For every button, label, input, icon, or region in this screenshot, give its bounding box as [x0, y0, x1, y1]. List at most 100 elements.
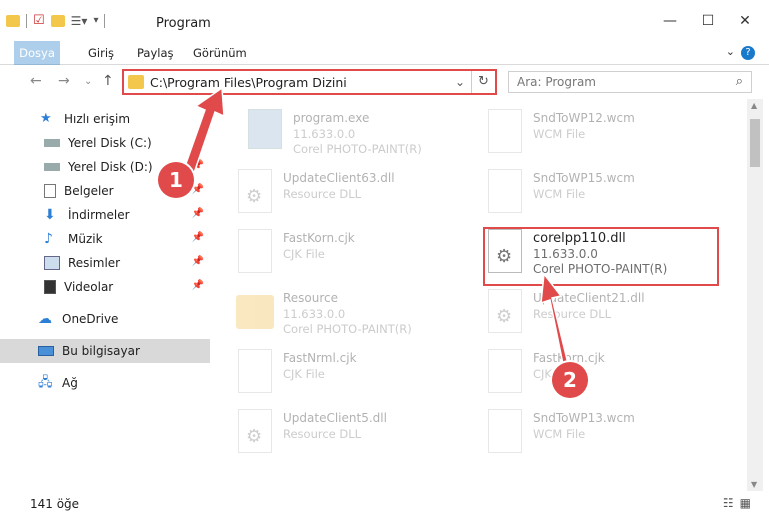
sidebar-item-onedrive[interactable]: ☁ OneDrive — [0, 307, 210, 331]
dll-icon: ⚙ — [238, 409, 272, 453]
pictures-icon — [44, 256, 60, 270]
download-icon: ⬇ — [44, 207, 56, 223]
maximize-button[interactable]: ☐ — [693, 10, 723, 32]
scroll-down-icon[interactable]: ▼ — [751, 480, 757, 489]
address-path[interactable]: C:\Program Files\Program Dizini — [150, 75, 347, 90]
sidebar-item-pictures[interactable]: Resimler 📌 — [0, 251, 210, 275]
step-badge-2: 2 — [552, 362, 588, 398]
minimize-button[interactable]: — — [655, 10, 685, 32]
cloud-icon: ☁ — [38, 311, 52, 327]
tab-share[interactable]: Paylaş — [137, 41, 174, 65]
up-button[interactable]: ↑ — [102, 73, 114, 89]
sidebar-item-label: Yerel Disk (D:) — [68, 160, 153, 174]
sidebar-item-music[interactable]: ♪ Müzik 📌 — [0, 227, 210, 251]
sidebar-item-downloads[interactable]: ⬇ İndirmeler 📌 — [0, 203, 210, 227]
status-bar: 141 öğe ☷▦ — [0, 491, 769, 521]
file-detail: Corel PHOTO-PAINT(R) — [283, 322, 412, 336]
sidebar-item-videos[interactable]: Videolar 📌 — [0, 275, 210, 299]
dropdown-icon[interactable]: ▾ — [93, 15, 98, 26]
sidebar-item-quick-access[interactable]: ★ Hızlı erişim — [0, 107, 210, 131]
star-icon: ★ — [40, 111, 52, 126]
divider — [26, 13, 27, 28]
document-icon — [238, 229, 272, 273]
divider — [104, 13, 106, 28]
search-icon[interactable]: ⌕ — [736, 74, 743, 89]
file-tile[interactable]: FastKorn.cjk CJK File — [478, 345, 708, 401]
file-detail: CJK File — [283, 247, 325, 261]
music-icon: ♪ — [44, 231, 53, 247]
pin-icon: 📌 — [191, 136, 204, 147]
new-folder-icon[interactable] — [50, 14, 65, 27]
customize-icon[interactable]: ☰▾ — [71, 14, 88, 28]
chevron-down-icon[interactable]: ⌄ — [455, 75, 465, 89]
file-tile[interactable]: FastKorn.cjk CJK File — [228, 225, 458, 281]
refresh-button[interactable]: ↻ — [471, 71, 495, 93]
navigation-bar: ← → ⌄ ↑ C:\Program Files\Program Dizini … — [0, 65, 769, 99]
document-icon — [488, 409, 522, 453]
pin-icon: 📌 — [191, 232, 204, 243]
file-detail: WCM File — [533, 127, 586, 141]
highlight-box — [483, 227, 719, 286]
file-tile[interactable]: FastNrml.cjk CJK File — [228, 345, 458, 401]
file-tile[interactable]: SndToWP15.wcm WCM File — [478, 165, 708, 221]
file-tile[interactable]: SndToWP13.wcm WCM File — [478, 405, 708, 461]
file-detail: WCM File — [533, 427, 586, 441]
file-detail: 11.633.0.0 — [283, 307, 346, 321]
sidebar-item-disk-c[interactable]: Yerel Disk (C:) 📌 — [0, 131, 210, 155]
file-name: Resource — [283, 291, 339, 305]
sidebar-item-label: Ağ — [62, 376, 78, 390]
back-button[interactable]: ← — [30, 73, 42, 89]
search-input[interactable]: Ara: Program ⌕ — [508, 71, 752, 93]
file-detail: Resource DLL — [533, 307, 612, 321]
drive-icon — [44, 163, 60, 171]
file-tile[interactable]: SndToWP12.wcm WCM File — [478, 105, 708, 161]
scroll-up-icon[interactable]: ▲ — [751, 101, 757, 110]
properties-icon[interactable]: ☑ — [33, 13, 45, 28]
sidebar-item-label: Belgeler — [64, 184, 114, 198]
sidebar-item-network[interactable]: 🖧 Ağ — [0, 371, 210, 395]
file-name: UpdateClient21.dll — [533, 291, 645, 305]
close-button[interactable]: ✕ — [730, 10, 760, 32]
pin-icon: 📌 — [191, 184, 204, 195]
file-list: program.exe 11.633.0.0 Corel PHOTO-PAINT… — [210, 99, 747, 491]
recent-locations-button[interactable]: ⌄ — [84, 76, 92, 87]
sidebar-item-label: OneDrive — [62, 312, 119, 326]
step-badge-1: 1 — [158, 162, 194, 198]
help-icon[interactable]: ? — [741, 46, 755, 60]
file-name: SndToWP12.wcm — [533, 111, 635, 125]
document-icon — [488, 109, 522, 153]
videos-icon — [44, 280, 56, 294]
file-name: UpdateClient63.dll — [283, 171, 395, 185]
address-bar[interactable]: C:\Program Files\Program Dizini ⌄ ↻ — [122, 69, 497, 95]
file-detail: 11.633.0.0 — [293, 127, 356, 141]
sidebar-item-label: Yerel Disk (C:) — [68, 136, 152, 150]
scroll-thumb[interactable] — [750, 119, 760, 167]
view-toggle-icons[interactable]: ☷▦ — [723, 496, 757, 510]
file-tile[interactable]: ⚙ UpdateClient5.dll Resource DLL — [228, 405, 458, 461]
sidebar-item-this-pc[interactable]: Bu bilgisayar — [0, 339, 210, 363]
item-count: 141 öğe — [30, 497, 80, 511]
chevron-down-icon[interactable]: ⌄ — [726, 45, 735, 58]
sidebar-item-label: Müzik — [68, 232, 103, 246]
network-icon: 🖧 — [38, 375, 53, 390]
sidebar-item-label: İndirmeler — [68, 208, 130, 222]
file-name: UpdateClient5.dll — [283, 411, 387, 425]
title-bar: ☑ ☰▾ ▾ Program — ☐ ✕ — [0, 0, 769, 41]
dll-icon: ⚙ — [238, 169, 272, 213]
file-tile[interactable]: ⚙ UpdateClient63.dll Resource DLL — [228, 165, 458, 221]
file-detail: Resource DLL — [283, 427, 362, 441]
sidebar-item-label: Resimler — [68, 256, 121, 270]
vertical-scrollbar[interactable]: ▲ ▼ — [747, 99, 763, 491]
navigation-pane: ★ Hızlı erişim Yerel Disk (C:) 📌 Yerel D… — [0, 99, 210, 491]
tab-view[interactable]: Görünüm — [193, 41, 247, 65]
file-name: program.exe — [293, 111, 370, 125]
file-tile[interactable]: program.exe 11.633.0.0 Corel PHOTO-PAINT… — [238, 105, 468, 161]
file-tile[interactable]: ⚙ UpdateClient21.dll Resource DLL — [478, 285, 708, 341]
document-icon — [238, 349, 272, 393]
file-detail: WCM File — [533, 187, 586, 201]
file-tile[interactable]: Resource 11.633.0.0 Corel PHOTO-PAINT(R) — [228, 285, 458, 341]
file-detail: Corel PHOTO-PAINT(R) — [293, 142, 422, 156]
file-name: FastKorn.cjk — [283, 231, 355, 245]
tab-home[interactable]: Giriş — [88, 41, 114, 65]
forward-button[interactable]: → — [58, 73, 70, 89]
